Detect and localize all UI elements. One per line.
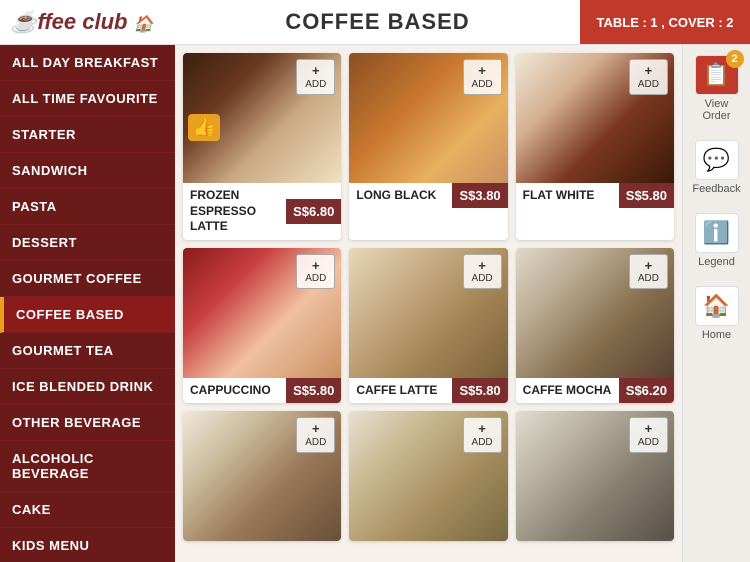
- item-price-flat-white: S$5.80: [619, 183, 674, 208]
- item-name-flat-white: FLAT WHITE: [516, 183, 619, 209]
- item-image-caffe-mocha: +ADD: [516, 248, 674, 378]
- legend-button[interactable]: ℹ️ Legend: [687, 208, 747, 273]
- main-layout: ALL DAY BREAKFASTALL TIME FAVOURITESTART…: [0, 45, 750, 562]
- item-image-item-8: +ADD: [349, 411, 507, 541]
- legend-label: Legend: [698, 256, 735, 268]
- item-image-long-black: +ADD: [349, 53, 507, 183]
- item-image-frozen-espresso-latte: +ADD 👍: [183, 53, 341, 183]
- item-image-flat-white: +ADD: [516, 53, 674, 183]
- menu-item-caffe-latte: +ADD CAFFE LATTES$5.80: [349, 248, 507, 404]
- sidebar-item-gourmet-coffee[interactable]: GOURMET COFFEE: [0, 261, 175, 297]
- sidebar-item-kids-menu[interactable]: KIDS MENU: [0, 528, 175, 562]
- home-label: Home: [702, 329, 731, 341]
- sidebar-item-other-beverage[interactable]: OTHER BEVERAGE: [0, 405, 175, 441]
- add-button-caffe-mocha[interactable]: +ADD: [629, 254, 668, 290]
- add-button-cappuccino[interactable]: +ADD: [296, 254, 335, 290]
- legend-icon-wrap: ℹ️: [695, 213, 739, 253]
- header: ☕ffee club 🏠 COFFEE BASED TABLE : 1 , CO…: [0, 0, 750, 45]
- item-name-frozen-espresso-latte: FROZEN ESPRESSO LATTE: [183, 183, 286, 240]
- sidebar-item-pasta[interactable]: PASTA: [0, 189, 175, 225]
- item-price-frozen-espresso-latte: S$6.80: [286, 199, 341, 224]
- sidebar-item-all-time-favourite[interactable]: ALL TIME FAVOURITE: [0, 81, 175, 117]
- add-button-item-9[interactable]: +ADD: [629, 417, 668, 453]
- menu-item-item-7: +ADD: [183, 411, 341, 541]
- item-footer-flat-white: FLAT WHITES$5.80: [516, 183, 674, 209]
- logo-cup: ☕ffee club 🏠: [10, 9, 154, 35]
- view-order-icon-wrap: 📋 2: [695, 55, 739, 95]
- menu-item-item-8: +ADD: [349, 411, 507, 541]
- add-button-flat-white[interactable]: +ADD: [629, 59, 668, 95]
- item-footer-caffe-latte: CAFFE LATTES$5.80: [349, 378, 507, 404]
- item-name-caffe-mocha: CAFFE MOCHA: [516, 378, 619, 404]
- item-price-caffe-mocha: S$6.20: [619, 378, 674, 403]
- menu-item-item-9: +ADD: [516, 411, 674, 541]
- content-wrapper: +ADD 👍 FROZEN ESPRESSO LATTES$6.80 +ADD LONG…: [175, 45, 750, 562]
- menu-item-long-black: +ADD LONG BLACKS$3.80: [349, 53, 507, 240]
- item-price-long-black: S$3.80: [452, 183, 507, 208]
- menu-item-flat-white: +ADD FLAT WHITES$5.80: [516, 53, 674, 240]
- item-name-cappuccino: CAPPUCCINO: [183, 378, 286, 404]
- sidebar-item-starter[interactable]: STARTER: [0, 117, 175, 153]
- item-footer-caffe-mocha: CAFFE MOCHAS$6.20: [516, 378, 674, 404]
- sidebar-item-sandwich[interactable]: SANDWICH: [0, 153, 175, 189]
- content-area: +ADD 👍 FROZEN ESPRESSO LATTES$6.80 +ADD LONG…: [175, 45, 682, 562]
- favourite-badge-frozen-espresso-latte: 👍: [188, 114, 220, 141]
- home-icon-wrap: 🏠: [695, 286, 739, 326]
- add-button-frozen-espresso-latte[interactable]: +ADD: [296, 59, 335, 95]
- view-order-label: View Order: [692, 98, 742, 122]
- item-image-caffe-latte: +ADD: [349, 248, 507, 378]
- item-image-item-9: +ADD: [516, 411, 674, 541]
- item-price-cappuccino: S$5.80: [286, 378, 341, 403]
- sidebar-item-alcoholic-beverage[interactable]: ALCOHOLIC BEVERAGE: [0, 441, 175, 492]
- item-image-item-7: +ADD: [183, 411, 341, 541]
- feedback-button[interactable]: 💬 Feedback: [687, 135, 747, 200]
- item-footer-cappuccino: CAPPUCCINOS$5.80: [183, 378, 341, 404]
- order-badge: 2: [726, 50, 744, 68]
- menu-item-frozen-espresso-latte: +ADD 👍 FROZEN ESPRESSO LATTES$6.80: [183, 53, 341, 240]
- page-title: COFFEE BASED: [175, 9, 580, 35]
- add-button-caffe-latte[interactable]: +ADD: [463, 254, 502, 290]
- menu-item-cappuccino: +ADD CAPPUCCINOS$5.80: [183, 248, 341, 404]
- sidebar-item-all-day-breakfast[interactable]: ALL DAY BREAKFAST: [0, 45, 175, 81]
- items-grid: +ADD 👍 FROZEN ESPRESSO LATTES$6.80 +ADD LONG…: [183, 53, 674, 541]
- table-info: TABLE : 1 , COVER : 2: [580, 0, 750, 44]
- sidebar-item-ice-blended-drink[interactable]: ICE BLENDED DRINK: [0, 369, 175, 405]
- menu-item-caffe-mocha: +ADD CAFFE MOCHAS$6.20: [516, 248, 674, 404]
- sidebar-item-gourmet-tea[interactable]: GOURMET TEA: [0, 333, 175, 369]
- feedback-label: Feedback: [692, 183, 740, 195]
- item-footer-frozen-espresso-latte: FROZEN ESPRESSO LATTES$6.80: [183, 183, 341, 240]
- item-name-long-black: LONG BLACK: [349, 183, 452, 209]
- add-button-item-7[interactable]: +ADD: [296, 417, 335, 453]
- action-sidebar: 📋 2 View Order 💬 Feedback ℹ️ Legend 🏠: [682, 45, 750, 562]
- item-price-caffe-latte: S$5.80: [452, 378, 507, 403]
- add-button-long-black[interactable]: +ADD: [463, 59, 502, 95]
- feedback-icon-wrap: 💬: [695, 140, 739, 180]
- view-order-button[interactable]: 📋 2 View Order: [687, 50, 747, 127]
- item-image-cappuccino: +ADD: [183, 248, 341, 378]
- sidebar-item-cake[interactable]: CAKE: [0, 492, 175, 528]
- item-name-caffe-latte: CAFFE LATTE: [349, 378, 452, 404]
- home-button[interactable]: 🏠 Home: [687, 281, 747, 346]
- item-footer-long-black: LONG BLACKS$3.80: [349, 183, 507, 209]
- add-button-item-8[interactable]: +ADD: [463, 417, 502, 453]
- logo-area: ☕ffee club 🏠: [0, 9, 175, 35]
- sidebar-item-dessert[interactable]: DESSERT: [0, 225, 175, 261]
- sidebar-item-coffee-based[interactable]: COFFEE BASED: [0, 297, 175, 333]
- sidebar: ALL DAY BREAKFASTALL TIME FAVOURITESTART…: [0, 45, 175, 562]
